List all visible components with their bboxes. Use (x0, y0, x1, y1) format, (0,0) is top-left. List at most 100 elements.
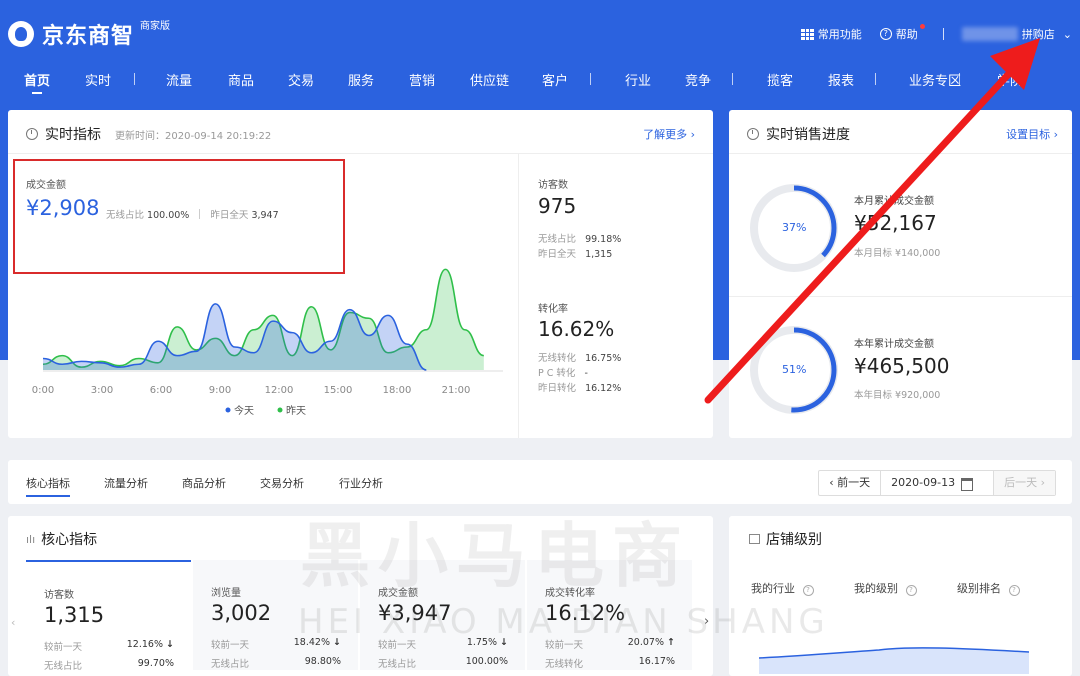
metric-label: 访客数 (44, 590, 74, 601)
nav-item[interactable]: 行业 (625, 70, 651, 89)
x-tick-label: 21:00 (442, 385, 471, 396)
nav-divider (874, 73, 876, 85)
month-label: 本月累计成交金额 (854, 196, 934, 207)
divider (942, 28, 944, 40)
conversion-details: 无线转化 16.75% P C 转化 - 昨日转化 16.12% (538, 351, 621, 396)
month-target: 本月目标 ¥140,000 (854, 248, 941, 259)
nav-item[interactable]: 报表 (828, 70, 854, 89)
nav-item[interactable]: 业务专区 (909, 70, 961, 89)
nav-item[interactable]: 学院 (997, 70, 1023, 89)
tab-item[interactable]: 流量分析 (104, 475, 148, 491)
watermark-text: 黑小马电商 (300, 515, 690, 597)
month-percent: 37% (782, 221, 807, 234)
shop-level-column: 我的级别 ? (854, 580, 917, 596)
card-divider (8, 153, 713, 154)
notification-dot (919, 23, 925, 29)
realtime-trend-chart: 0:00 3:00 6:00 9:00 12:00 15:00 18:00 21:00 今天 昨天 (32, 268, 503, 417)
nav-item[interactable]: 服务 (348, 70, 374, 89)
x-tick-label: 3:00 (91, 385, 113, 396)
analysis-tabs-bar: ‹ 前一天 2020-09-13 后一天 › 核心指标 流量分析 商品分析 交易分析 行… (8, 460, 1072, 504)
core-title-text: 核心指标 (41, 532, 98, 548)
tab-item[interactable]: 行业分析 (339, 475, 383, 491)
prev-day-button[interactable]: ‹ 前一天 (819, 471, 882, 495)
gmv-highlight-box (13, 159, 345, 274)
tab-item[interactable]: 商品分析 (182, 475, 226, 491)
nav-item[interactable]: 客户 (542, 70, 568, 89)
progress-title-text: 实时销售进度 (766, 127, 850, 143)
progress-title: 实时销售进度 (747, 124, 850, 144)
metric-value: 1,315 (44, 603, 105, 627)
metric-wireless: 无线转化 16.17% (545, 656, 675, 670)
shop-name: 拼购店 (1021, 28, 1055, 41)
x-tick-label: 12:00 (265, 385, 294, 396)
nav-item[interactable]: 竞争 (685, 70, 711, 89)
nav-item[interactable]: 实时 (85, 70, 111, 89)
x-tick-label: 15:00 (324, 385, 353, 396)
shop-level-column: 我的行业 ? (751, 580, 814, 596)
card-divider (729, 296, 1072, 297)
legend-marker (277, 407, 283, 413)
year-label: 本年累计成交金额 (854, 339, 934, 350)
year-percent: 51% (782, 363, 807, 376)
store-icon (749, 534, 760, 544)
date-field[interactable]: 2020-09-13 (881, 471, 995, 495)
info-icon[interactable]: ? (1008, 585, 1020, 596)
chevron-down-icon: ⌄ (1062, 27, 1072, 41)
calendar-icon[interactable] (961, 478, 974, 491)
x-tick-label: 18:00 (383, 385, 412, 396)
legend-label[interactable]: 昨天 (286, 405, 306, 417)
detail-row: 昨日全天 1,315 (538, 249, 613, 260)
x-tick-label: 6:00 (150, 385, 172, 396)
conversion-value: 16.62% (538, 317, 615, 341)
nav-item[interactable]: 流量 (166, 70, 192, 89)
nav-item[interactable]: 首页 (24, 70, 50, 94)
nav-item[interactable]: 交易 (288, 70, 314, 89)
metric-label: 浏览量 (211, 588, 241, 599)
logo-text: 京东商智 (42, 24, 135, 49)
logo[interactable]: 京东商智 (8, 18, 134, 50)
help-button[interactable]: ? 帮助 (879, 23, 925, 42)
metric-value: 3,002 (211, 601, 272, 625)
nav-divider (959, 73, 960, 85)
jd-logo-icon (8, 21, 34, 47)
legend-marker (225, 407, 231, 413)
metric-compare: 较前一天 12.16% ↓ (44, 639, 174, 653)
metric-wireless: 无线占比 98.80% (211, 656, 341, 670)
grid-icon (800, 28, 814, 40)
realtime-title: 实时指标 更新时间：2020-09-14 20:19:22 (26, 124, 271, 144)
legend-label[interactable]: 今天 (234, 404, 254, 417)
sales-progress-card: 实时销售进度 设置目标 › 37% 本月累计成交金额 ¥52,167 本月目标 … (729, 110, 1072, 438)
metric-tile[interactable]: 访客数 1,315 较前一天 12.16% ↓ 无线占比 99.70% (26, 560, 191, 672)
nav-item[interactable]: 商品 (228, 70, 254, 89)
tab-item[interactable]: 核心指标 (26, 475, 70, 497)
realtime-title-text: 实时指标 (45, 127, 101, 143)
nav-item[interactable]: 营销 (409, 70, 435, 89)
visitors-value: 975 (538, 194, 577, 218)
detail-row: 昨日转化 16.12% (538, 383, 622, 394)
help-icon: ? (879, 28, 892, 40)
date-picker: ‹ 前一天 2020-09-13 后一天 › (818, 470, 1056, 496)
nav-item[interactable]: 揽客 (767, 70, 793, 89)
set-target-link[interactable]: 设置目标 › (1006, 126, 1058, 142)
metrics-divider (518, 154, 519, 438)
next-day-button[interactable]: 后一天 › (994, 471, 1055, 495)
top-right-menu: 常用功能 ? 帮助 拼购店 ⌄ (800, 22, 1080, 46)
blurred-shop-name (961, 27, 1018, 41)
series-area-0 (43, 303, 427, 370)
tab-item[interactable]: 交易分析 (260, 475, 304, 491)
scroll-left-button[interactable]: ‹ (11, 616, 15, 629)
detail-row: P C 转化 - (538, 368, 588, 379)
nav-item[interactable]: 供应链 (470, 70, 509, 89)
learn-more-link[interactable]: 了解更多 › (643, 126, 695, 142)
detail-row: 无线占比 99.18% (538, 234, 622, 245)
common-functions-button[interactable]: 常用功能 (800, 26, 862, 42)
conversion-label: 转化率 (538, 304, 568, 315)
help-label: 帮助 (895, 28, 918, 41)
nav-divider (732, 73, 733, 85)
shop-level-column: 级别排名 ? (957, 580, 1020, 596)
shop-switcher[interactable]: 拼购店 ⌄ (961, 26, 1080, 42)
month-value: ¥52,167 (854, 211, 937, 235)
info-icon[interactable]: ? (802, 585, 814, 596)
detail-row: 无线转化 16.75% (538, 353, 622, 364)
info-icon[interactable]: ? (905, 585, 917, 596)
